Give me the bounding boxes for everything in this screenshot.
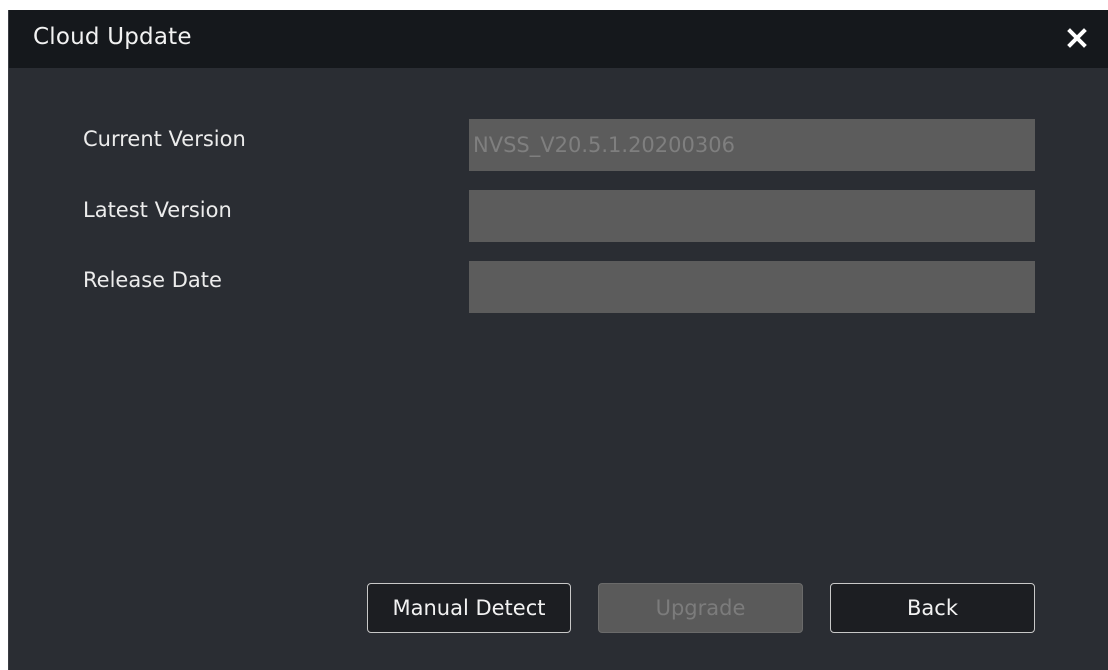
release-date-label: Release Date	[83, 268, 222, 292]
latest-version-label: Latest Version	[83, 198, 232, 222]
current-version-label: Current Version	[83, 127, 246, 151]
upgrade-button: Upgrade	[598, 583, 803, 633]
dialog-title: Cloud Update	[33, 24, 192, 50]
cloud-update-dialog: Cloud Update Current Version NVSS_V20.5.…	[8, 10, 1108, 670]
release-date-field	[469, 261, 1035, 313]
dialog-titlebar: Cloud Update	[9, 10, 1108, 68]
back-button[interactable]: Back	[830, 583, 1035, 633]
manual-detect-button[interactable]: Manual Detect	[367, 583, 571, 633]
current-version-field: NVSS_V20.5.1.20200306	[469, 119, 1035, 171]
latest-version-field	[469, 190, 1035, 242]
close-icon[interactable]	[1062, 23, 1092, 53]
